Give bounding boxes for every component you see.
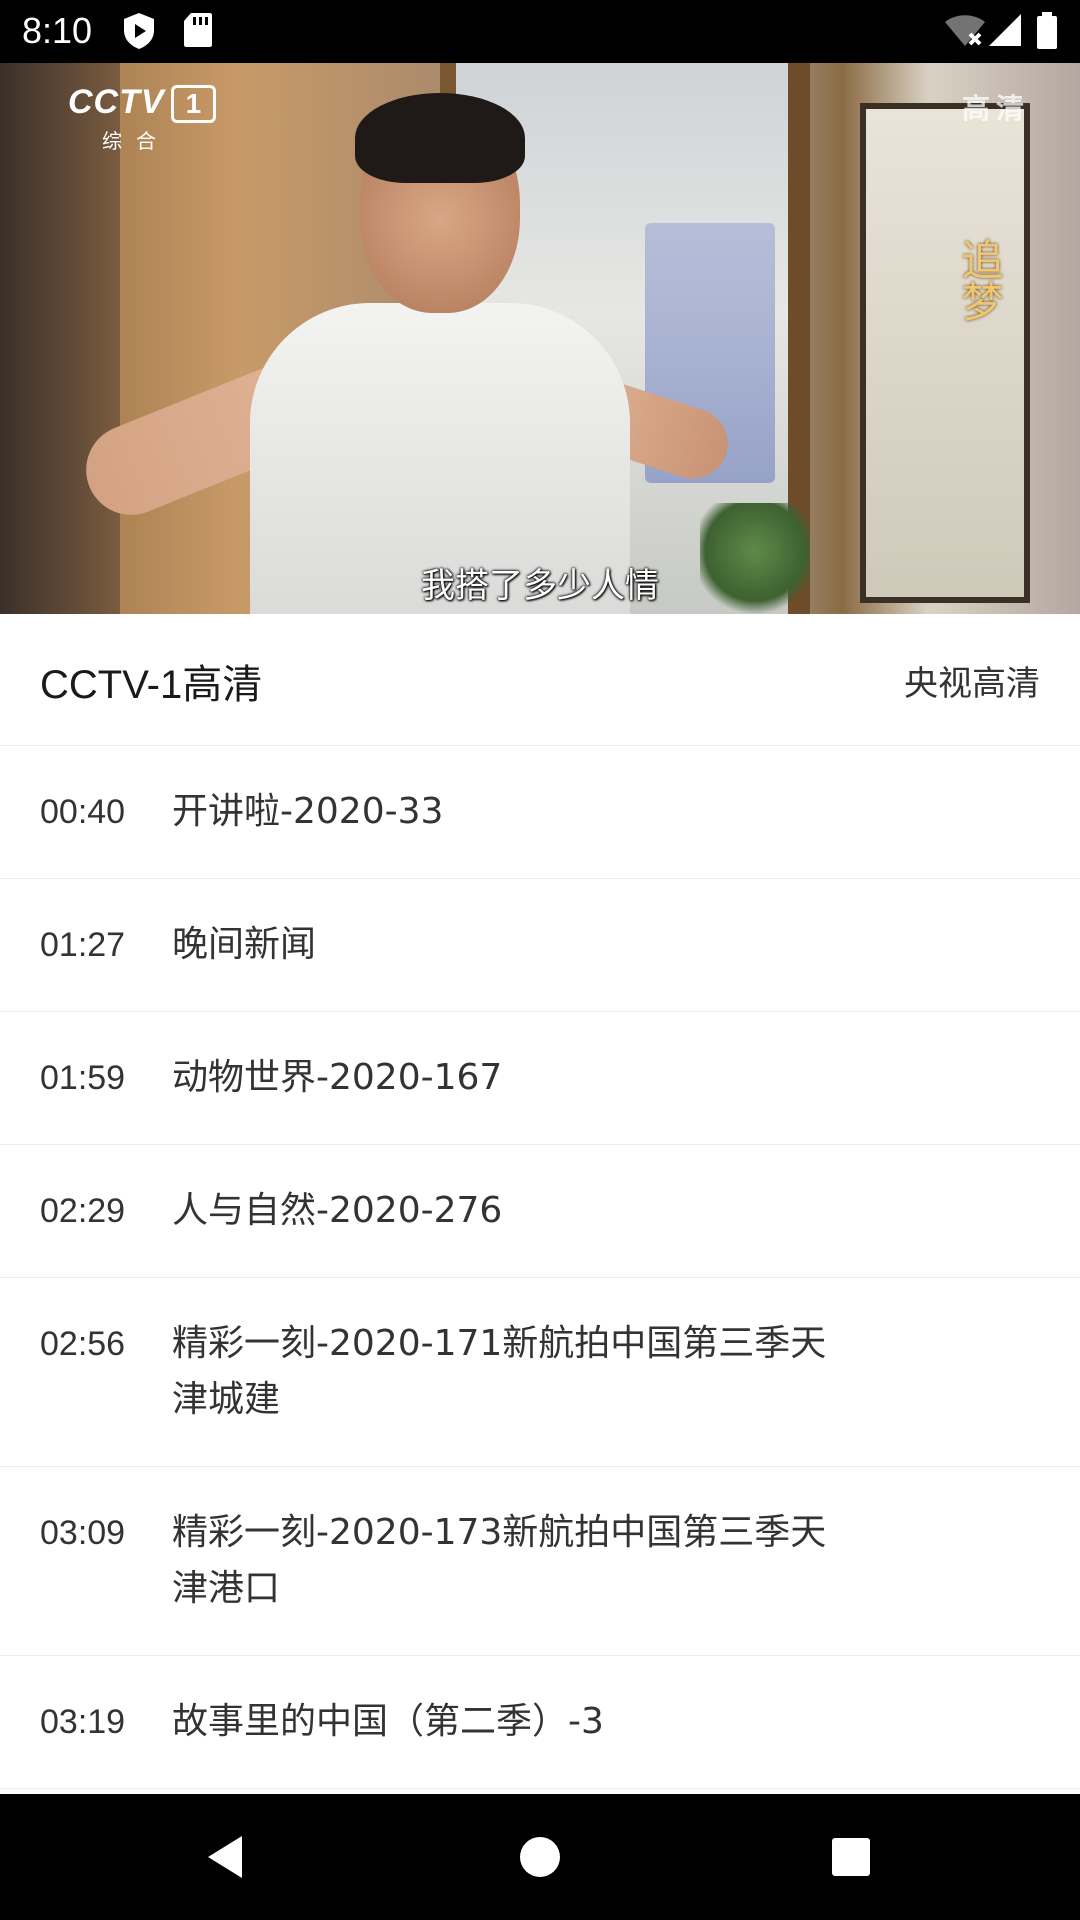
program-time: 03:09: [40, 1514, 126, 1552]
program-item[interactable]: 00:40 开讲啦-2020-33: [0, 746, 1080, 879]
program-title: 精彩一刻-2020-171新航拍中国第三季天津城建: [172, 1323, 827, 1420]
home-icon[interactable]: [515, 1832, 565, 1882]
battery-icon: [1037, 12, 1057, 49]
program-title: 晚间新闻: [172, 924, 317, 965]
show-title-watermark: 追梦: [955, 238, 1004, 322]
sd-card-icon: [184, 13, 212, 47]
channel-header: CCTV-1高清 央视高清: [0, 614, 1080, 746]
navigation-bar: [0, 1794, 1080, 1920]
recents-icon[interactable]: [826, 1832, 876, 1882]
program-title: 精彩一刻-2020-173新航拍中国第三季天津港口: [172, 1512, 827, 1609]
program-time: 02:56: [40, 1325, 126, 1363]
channel-name: CCTV-1高清: [40, 663, 263, 707]
program-item[interactable]: 03:19 故事里的中国（第二季）-3: [0, 1656, 1080, 1789]
program-item[interactable]: 02:29 人与自然-2020-276: [0, 1145, 1080, 1278]
status-time: 8:10: [22, 10, 93, 51]
program-time: 01:27: [40, 926, 126, 964]
channel-source[interactable]: 央视高清: [904, 656, 1040, 705]
program-item[interactable]: 02:56 精彩一刻-2020-171新航拍中国第三季天津城建: [0, 1278, 1080, 1467]
back-icon[interactable]: [202, 1832, 252, 1882]
logo-text: CCTV: [68, 83, 165, 121]
quality-badge: 高清: [961, 92, 1030, 125]
logo-subtext: 综合: [102, 131, 170, 153]
program-time: 03:19: [40, 1703, 126, 1741]
signal-icon: [989, 14, 1021, 46]
program-time: 00:40: [40, 793, 126, 831]
program-time: 01:59: [40, 1059, 126, 1097]
logo-number: 1: [170, 85, 217, 123]
wifi-off-icon: [945, 15, 985, 46]
program-time: 02:29: [40, 1192, 126, 1230]
program-title: 开讲啦-2020-33: [172, 791, 444, 832]
program-item[interactable]: 01:59 动物世界-2020-167: [0, 1012, 1080, 1145]
program-title: 动物世界-2020-167: [172, 1057, 503, 1098]
program-item[interactable]: 03:09 精彩一刻-2020-173新航拍中国第三季天津港口: [0, 1467, 1080, 1656]
video-subtitle: 我搭了多少人情: [421, 566, 659, 606]
program-item[interactable]: 01:27 晚间新闻: [0, 879, 1080, 1012]
program-title: 故事里的中国（第二季）-3: [172, 1701, 604, 1742]
program-list: 00:40 开讲啦-2020-33 01:27 晚间新闻 01:59 动物世界-…: [0, 746, 1080, 1789]
channel-logo: CCTV 1 综合: [68, 83, 217, 154]
video-player[interactable]: CCTV 1 综合 高清 追梦 我搭了多少人情: [0, 63, 1080, 614]
program-title: 人与自然-2020-276: [172, 1190, 503, 1231]
play-protect-icon: [124, 13, 154, 49]
status-bar: 8:10: [0, 0, 1080, 63]
